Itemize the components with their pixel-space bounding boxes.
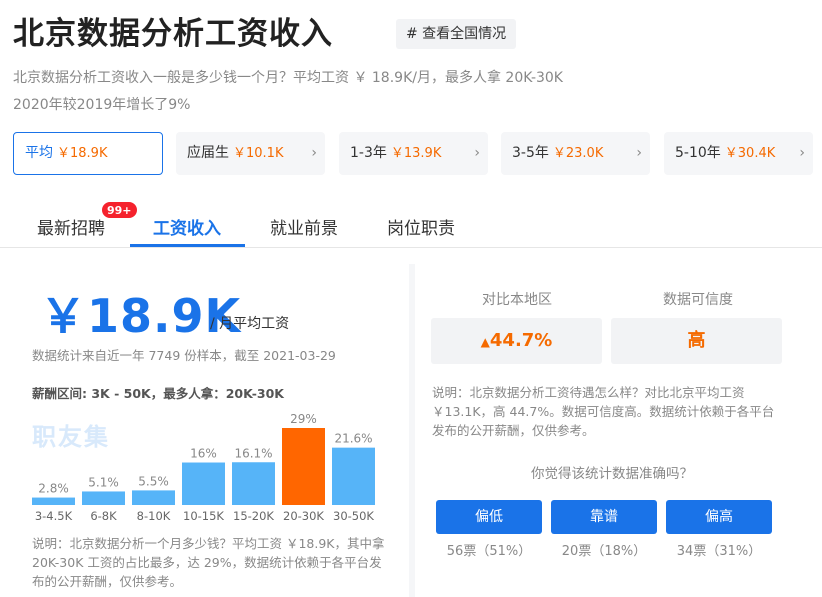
filter-label: 应届生 (187, 145, 229, 161)
filter-label: 5-10年 (675, 145, 721, 161)
chevron-right-icon: › (311, 145, 317, 161)
chevron-right-icon: › (474, 145, 480, 161)
vote-low-button[interactable]: 偏低 (436, 500, 542, 534)
tab-salary[interactable]: 工资收入 (153, 214, 221, 239)
salary-explanation: 说明：北京数据分析一个月多少钱？平均工资 ￥18.9K，其中拿 20K-30K … (32, 536, 385, 589)
growth-description: 2020年较2019年增长了9% (13, 97, 191, 113)
local-compare-title: 对比本地区 (482, 292, 552, 308)
filter-label: 3-5年 (512, 145, 549, 161)
vote-high-count: 34票（31%） (676, 544, 762, 559)
filter-card-3-5-years[interactable]: 3-5年 ￥23.0K › (501, 132, 650, 175)
active-tab-indicator (130, 244, 245, 247)
arrow-up-icon: ▲ (480, 335, 490, 349)
vote-reliable-count: 20票（18%） (561, 544, 647, 559)
chevron-right-icon: › (636, 145, 642, 161)
filter-card-average[interactable]: 平均 ￥18.9K (13, 132, 163, 175)
filter-label: 1-3年 (350, 145, 387, 161)
credibility-value: 高 (687, 330, 706, 351)
credibility-box: 高 (611, 318, 782, 364)
vote-high-button[interactable]: 偏高 (666, 500, 772, 534)
filter-card-5-10-years[interactable]: 5-10年 ￥30.4K › (664, 132, 813, 175)
comparison-explanation: 说明：北京数据分析工资待遇怎么样？对比北京平均工资 ￥13.1K，高 44.7%… (432, 385, 775, 438)
sample-note: 数据统计来自近一年 7749 份样本，截至 2021-03-29 (32, 348, 336, 363)
summary-description: 北京数据分析工资收入一般是多少钱一个月？平均工资 ￥ 18.9K/月，最多人拿 … (13, 70, 563, 86)
average-salary-unit: / 月平均工资 (210, 316, 290, 332)
filter-value: ￥13.9K (390, 146, 442, 161)
filter-card-graduate[interactable]: 应届生 ￥10.1K › (176, 132, 325, 175)
watermark-logo: 职友集 (32, 423, 110, 451)
tab-employment-outlook[interactable]: 就业前景 (270, 214, 338, 239)
filter-value: ￥23.0K (552, 146, 604, 161)
chevron-right-icon: › (799, 145, 805, 161)
tab-latest-jobs[interactable]: 最新招聘 (37, 214, 105, 239)
filter-value: ￥10.1K (233, 146, 284, 161)
accuracy-question: 你觉得该统计数据准确吗？ (531, 466, 693, 482)
filter-value: ￥30.4K (724, 146, 776, 161)
tab-job-duties[interactable]: 岗位职责 (387, 214, 455, 239)
vote-reliable-button[interactable]: 靠谱 (551, 500, 657, 534)
notification-badge: 99+ (101, 201, 138, 219)
filter-label: 平均 (25, 145, 53, 161)
filter-card-1-3-years[interactable]: 1-3年 ￥13.9K › (339, 132, 488, 175)
view-national-button[interactable]: # 查看全国情况 (396, 19, 517, 49)
local-compare-value: 44.7% (489, 330, 553, 351)
filter-value: ￥18.9K (57, 146, 108, 161)
local-compare-box: ▲44.7% (431, 318, 602, 364)
credibility-title: 数据可信度 (663, 292, 733, 308)
page-title: 北京数据分析工资收入 (13, 16, 333, 52)
salary-range: 薪酬区间: 3K - 50K，最多人拿：20K-30K (32, 386, 284, 401)
vote-low-count: 56票（51%） (446, 544, 532, 559)
